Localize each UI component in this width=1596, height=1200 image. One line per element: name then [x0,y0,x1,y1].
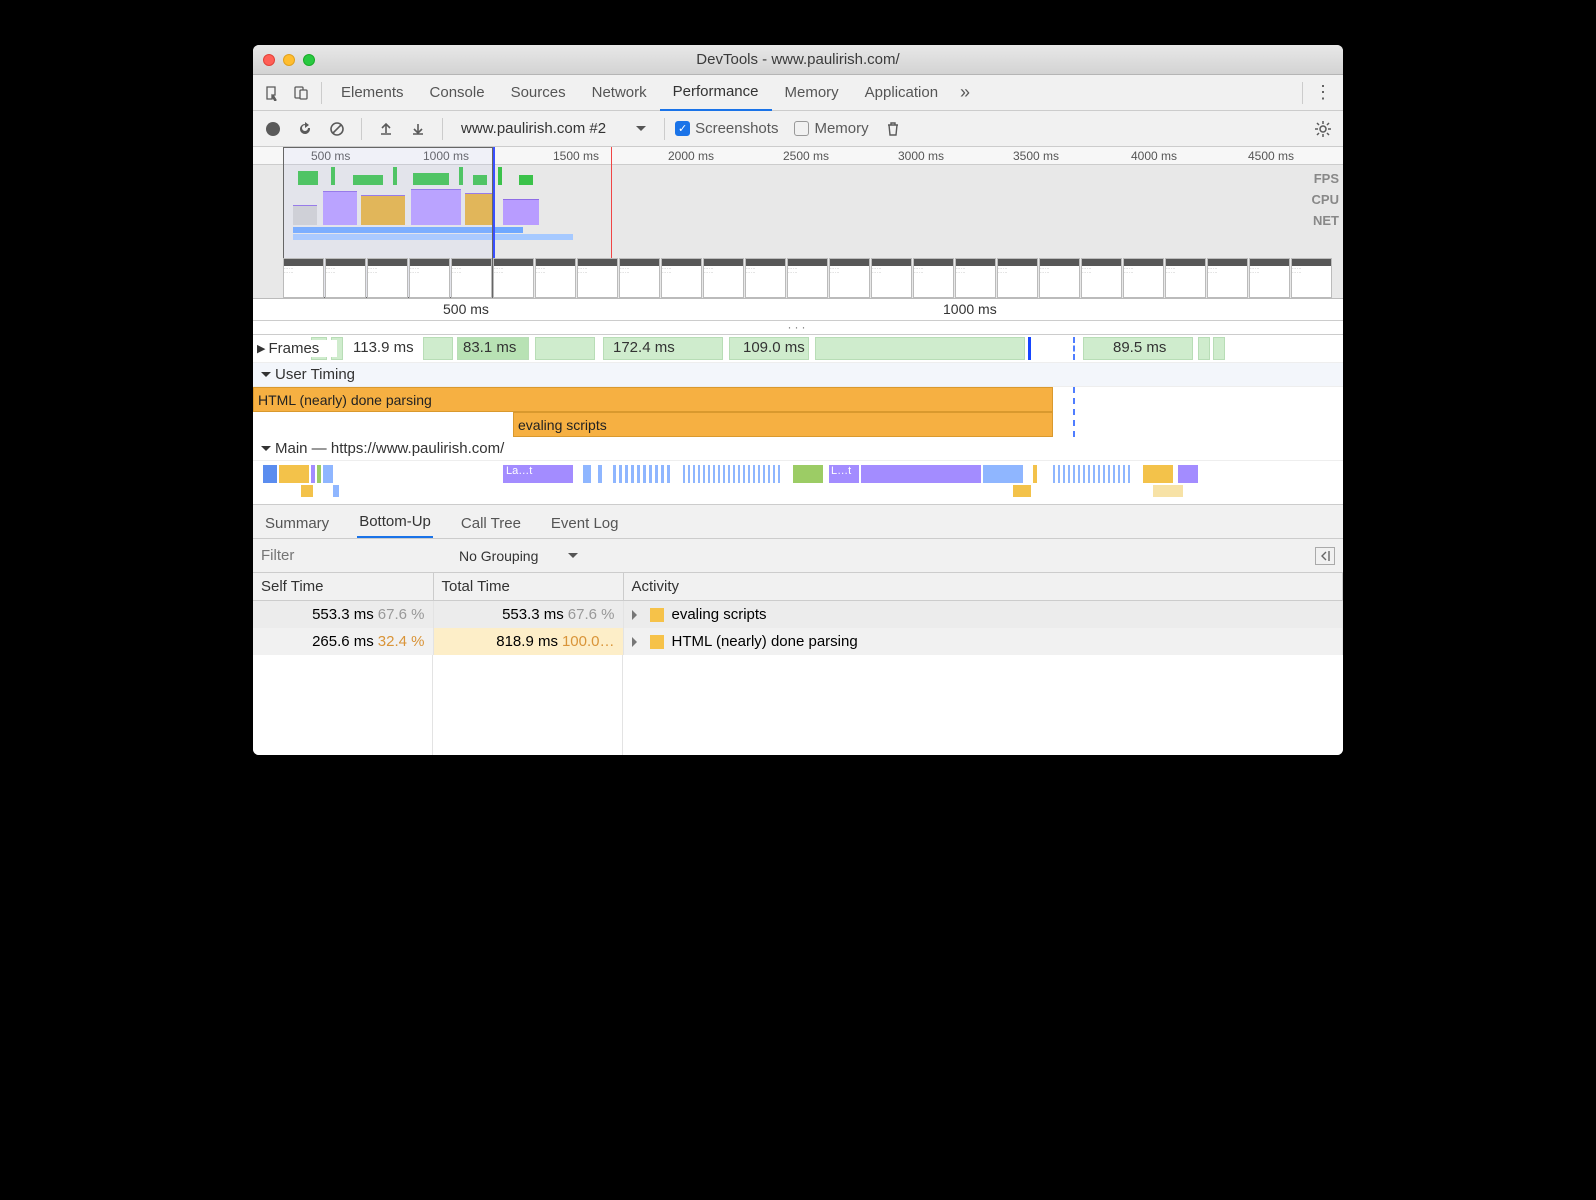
tab-performance[interactable]: Performance [660,75,772,111]
user-timing-section: User Timing HTML (nearly) done parsing e… [253,363,1343,437]
user-timing-header[interactable]: User Timing [253,363,1343,387]
tab-bottom-up[interactable]: Bottom-Up [357,507,433,538]
device-toggle-icon[interactable] [287,79,315,107]
garbage-collect-icon[interactable] [879,115,907,143]
bottom-up-table: Self Time Total Time Activity 553.3 ms67… [253,573,1343,655]
timing-bar-html-parse[interactable]: HTML (nearly) done parsing [253,387,1053,412]
tab-call-tree[interactable]: Call Tree [459,509,523,538]
caret-down-icon [636,126,646,136]
tab-event-log[interactable]: Event Log [549,509,621,538]
table-row[interactable]: 265.6 ms32.4 % 818.9 ms100.0… HTML (near… [253,628,1343,655]
overview-pane[interactable]: 500 ms 1000 ms 1500 ms 2000 ms 2500 ms 3… [253,147,1343,299]
details-tabs: Summary Bottom-Up Call Tree Event Log [253,505,1343,539]
main-thread-header[interactable]: Main — https://www.paulirish.com/ [253,437,1343,461]
expand-icon[interactable] [632,610,642,620]
col-self-time[interactable]: Self Time [253,573,433,601]
tab-console[interactable]: Console [417,75,498,111]
tab-elements[interactable]: Elements [328,75,417,111]
filter-input[interactable] [261,547,411,564]
collapse-panel-icon[interactable] [1315,547,1335,565]
col-total-time[interactable]: Total Time [433,573,623,601]
tab-summary[interactable]: Summary [263,509,331,538]
table-row[interactable]: 553.3 ms67.6 % 553.3 ms67.6 % evaling sc… [253,601,1343,629]
screenshot-strip: document.write(Array.from({length:25}).m… [283,258,1343,298]
tab-application[interactable]: Application [852,75,951,111]
detail-ruler[interactable]: 500 ms 1000 ms [253,299,1343,321]
tab-sources[interactable]: Sources [498,75,579,111]
more-menu-icon[interactable]: ⋮ [1309,79,1337,107]
col-activity[interactable]: Activity [623,573,1343,601]
timing-bar-evaling[interactable]: evaling scripts [513,412,1053,437]
activity-color-icon [650,608,664,622]
collapsed-row[interactable]: ··· [253,321,1343,335]
inspect-icon[interactable] [259,79,287,107]
filter-row: No Grouping [253,539,1343,573]
collapse-icon [261,372,271,382]
devtools-window: DevTools - www.paulirish.com/ Elements C… [253,45,1343,755]
activity-color-icon [650,635,664,649]
download-profile-icon[interactable] [404,115,432,143]
settings-gear-icon[interactable] [1309,115,1337,143]
expand-icon[interactable] [632,637,642,647]
clear-button[interactable] [323,115,351,143]
memory-checkbox[interactable]: Memory [794,120,868,137]
more-tabs-icon[interactable]: » [951,79,979,107]
caret-down-icon [568,553,578,563]
tab-network[interactable]: Network [579,75,660,111]
selection-handle-right[interactable] [493,147,495,258]
recording-dropdown-label: www.paulirish.com #2 [461,120,606,137]
frames-row[interactable]: 113.9 ms 83.1 ms 172.4 ms 109.0 ms 89.5 … [253,335,1343,363]
marker-line [611,147,612,258]
grouping-dropdown[interactable]: No Grouping [451,548,586,564]
titlebar: DevTools - www.paulirish.com/ [253,45,1343,75]
record-button[interactable] [259,115,287,143]
panel-tabs: Elements Console Sources Network Perform… [253,75,1343,111]
overview-labels: FPS CPU NET [1312,171,1339,228]
upload-profile-icon[interactable] [372,115,400,143]
window-title: DevTools - www.paulirish.com/ [253,51,1343,68]
reload-record-button[interactable] [291,115,319,143]
collapse-icon [261,446,271,456]
screenshots-checkbox[interactable]: ✓ Screenshots [675,120,778,137]
checkbox-icon [794,121,809,136]
performance-toolbar: www.paulirish.com #2 ✓ Screenshots Memor… [253,111,1343,147]
table-empty-area [253,655,1343,755]
recording-dropdown[interactable]: www.paulirish.com #2 [453,120,654,137]
tab-memory[interactable]: Memory [772,75,852,111]
checkbox-checked-icon: ✓ [675,121,690,136]
flame-chart[interactable]: La…t L…t [253,461,1343,505]
